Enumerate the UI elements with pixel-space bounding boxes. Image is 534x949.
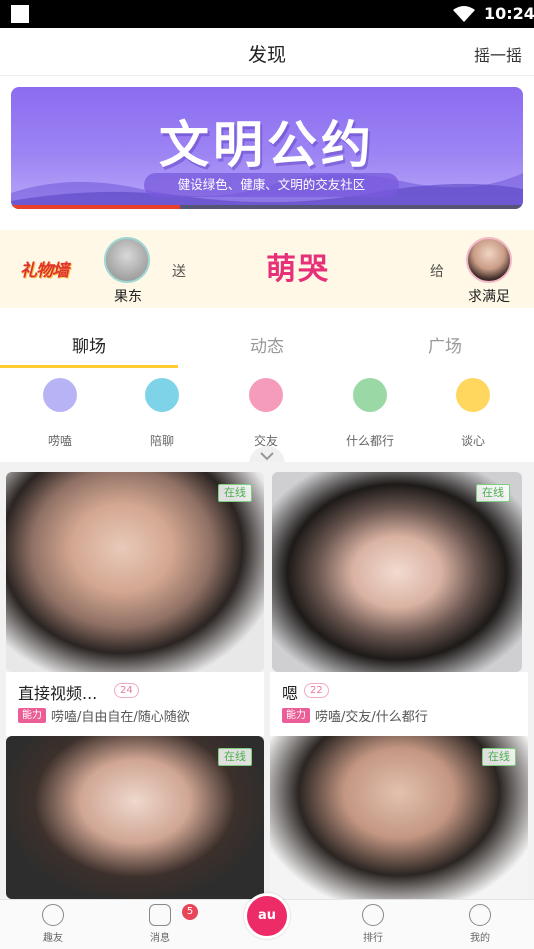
promo-banner[interactable]: 文明公约 健设绿色、健康、文明的交友社区 (11, 87, 523, 209)
message-count-badge: 5 (182, 904, 198, 920)
user-card-photo[interactable]: 在线 (270, 736, 528, 899)
category-anything[interactable]: 什么都行 (330, 378, 410, 449)
top-header: 发现 摇一摇 (0, 28, 534, 76)
category-label: 唠嗑 (47, 434, 72, 448)
online-badge: 在线 (218, 748, 252, 766)
online-badge: 在线 (476, 484, 510, 502)
face-icon (42, 904, 64, 926)
nav-friends[interactable]: 趣友 (13, 904, 93, 944)
medal-icon (362, 904, 384, 926)
category-label: 陪聊 (149, 434, 174, 448)
chat-bubble-icon (43, 378, 77, 412)
category-heart-talk[interactable]: 谈心 (433, 378, 513, 449)
user-name: 嗯 (282, 684, 299, 703)
like-count: 22 (304, 683, 329, 698)
user-tags: 唠嗑/交友/什么都行 (315, 710, 428, 725)
status-time: 10:24 (484, 4, 534, 23)
video-chat-button[interactable]: au (244, 893, 290, 939)
wifi-icon (453, 6, 475, 22)
category-friends[interactable]: 交友 (226, 378, 306, 449)
section-tabs: 聊场 动态 广场 (0, 320, 534, 368)
user-card-info[interactable]: 直接视频... 24 能力 唠嗑/自由自在/随心随欲 (6, 672, 264, 736)
notification-square-icon (11, 5, 29, 23)
page-title: 发现 (247, 44, 286, 66)
category-row: 唠嗑 陪聊 交友 什么都行 谈心 (0, 368, 534, 464)
gift-name: 萌哭 (266, 252, 330, 287)
gift-wall-logo: 礼物墙 (20, 261, 69, 281)
user-card-photo[interactable]: 在线 (272, 472, 522, 672)
shake-button[interactable]: 摇一摇 (474, 42, 522, 66)
online-badge: 在线 (218, 484, 252, 502)
tab-plaza[interactable]: 广场 (356, 332, 534, 357)
category-accompany[interactable]: 陪聊 (122, 378, 202, 449)
user-card-info[interactable]: 嗯 22 能力 唠嗑/交友/什么都行 (270, 672, 528, 736)
status-bar: 10:24 (0, 0, 534, 28)
ability-badge: 能力 (18, 708, 46, 723)
online-badge: 在线 (482, 748, 516, 766)
gift-wall[interactable]: 礼物墙 果东 送 萌哭 给 求满足 (0, 230, 534, 308)
nav-label: 我的 (470, 933, 490, 944)
nav-label: 趣友 (43, 933, 63, 944)
tab-chat-room[interactable]: 聊场 (0, 332, 178, 357)
like-count: 24 (114, 683, 139, 698)
nav-label: 消息 (150, 933, 170, 944)
give-label: 给 (430, 264, 444, 280)
ability-badge: 能力 (282, 708, 310, 723)
bottom-nav: 趣友 消息 5 au 排行 我的 (0, 893, 534, 949)
user-tags: 唠嗑/自由自在/随心随欲 (51, 710, 190, 725)
glasses-icon (145, 378, 179, 412)
receiver-name: 求满足 (468, 289, 510, 305)
nav-profile[interactable]: 我的 (440, 904, 520, 944)
banner-subtitle: 健设绿色、健康、文明的交友社区 (144, 173, 399, 197)
send-label: 送 (172, 264, 186, 280)
banner-title: 文明公约 (159, 116, 375, 174)
layers-icon (353, 378, 387, 412)
tab-moments[interactable]: 动态 (178, 332, 356, 357)
profile-icon (469, 904, 491, 926)
category-label: 谈心 (460, 434, 485, 448)
banner-carousel-progress (11, 205, 523, 209)
category-chat[interactable]: 唠嗑 (20, 378, 100, 449)
user-card-photo[interactable]: 在线 (6, 736, 264, 899)
sender-avatar[interactable] (104, 237, 150, 283)
message-dots-icon (249, 378, 283, 412)
nav-ranking[interactable]: 排行 (333, 904, 413, 944)
receiver-avatar[interactable] (466, 237, 512, 283)
hearts-icon (456, 378, 490, 412)
banner-progress-fill (11, 205, 180, 209)
sender-name: 果东 (114, 289, 142, 305)
user-name: 直接视频... (18, 684, 98, 703)
user-card-photo[interactable]: 在线 (6, 472, 264, 672)
nav-label: 排行 (363, 933, 383, 944)
message-icon (149, 904, 171, 926)
category-label: 什么都行 (345, 434, 394, 448)
